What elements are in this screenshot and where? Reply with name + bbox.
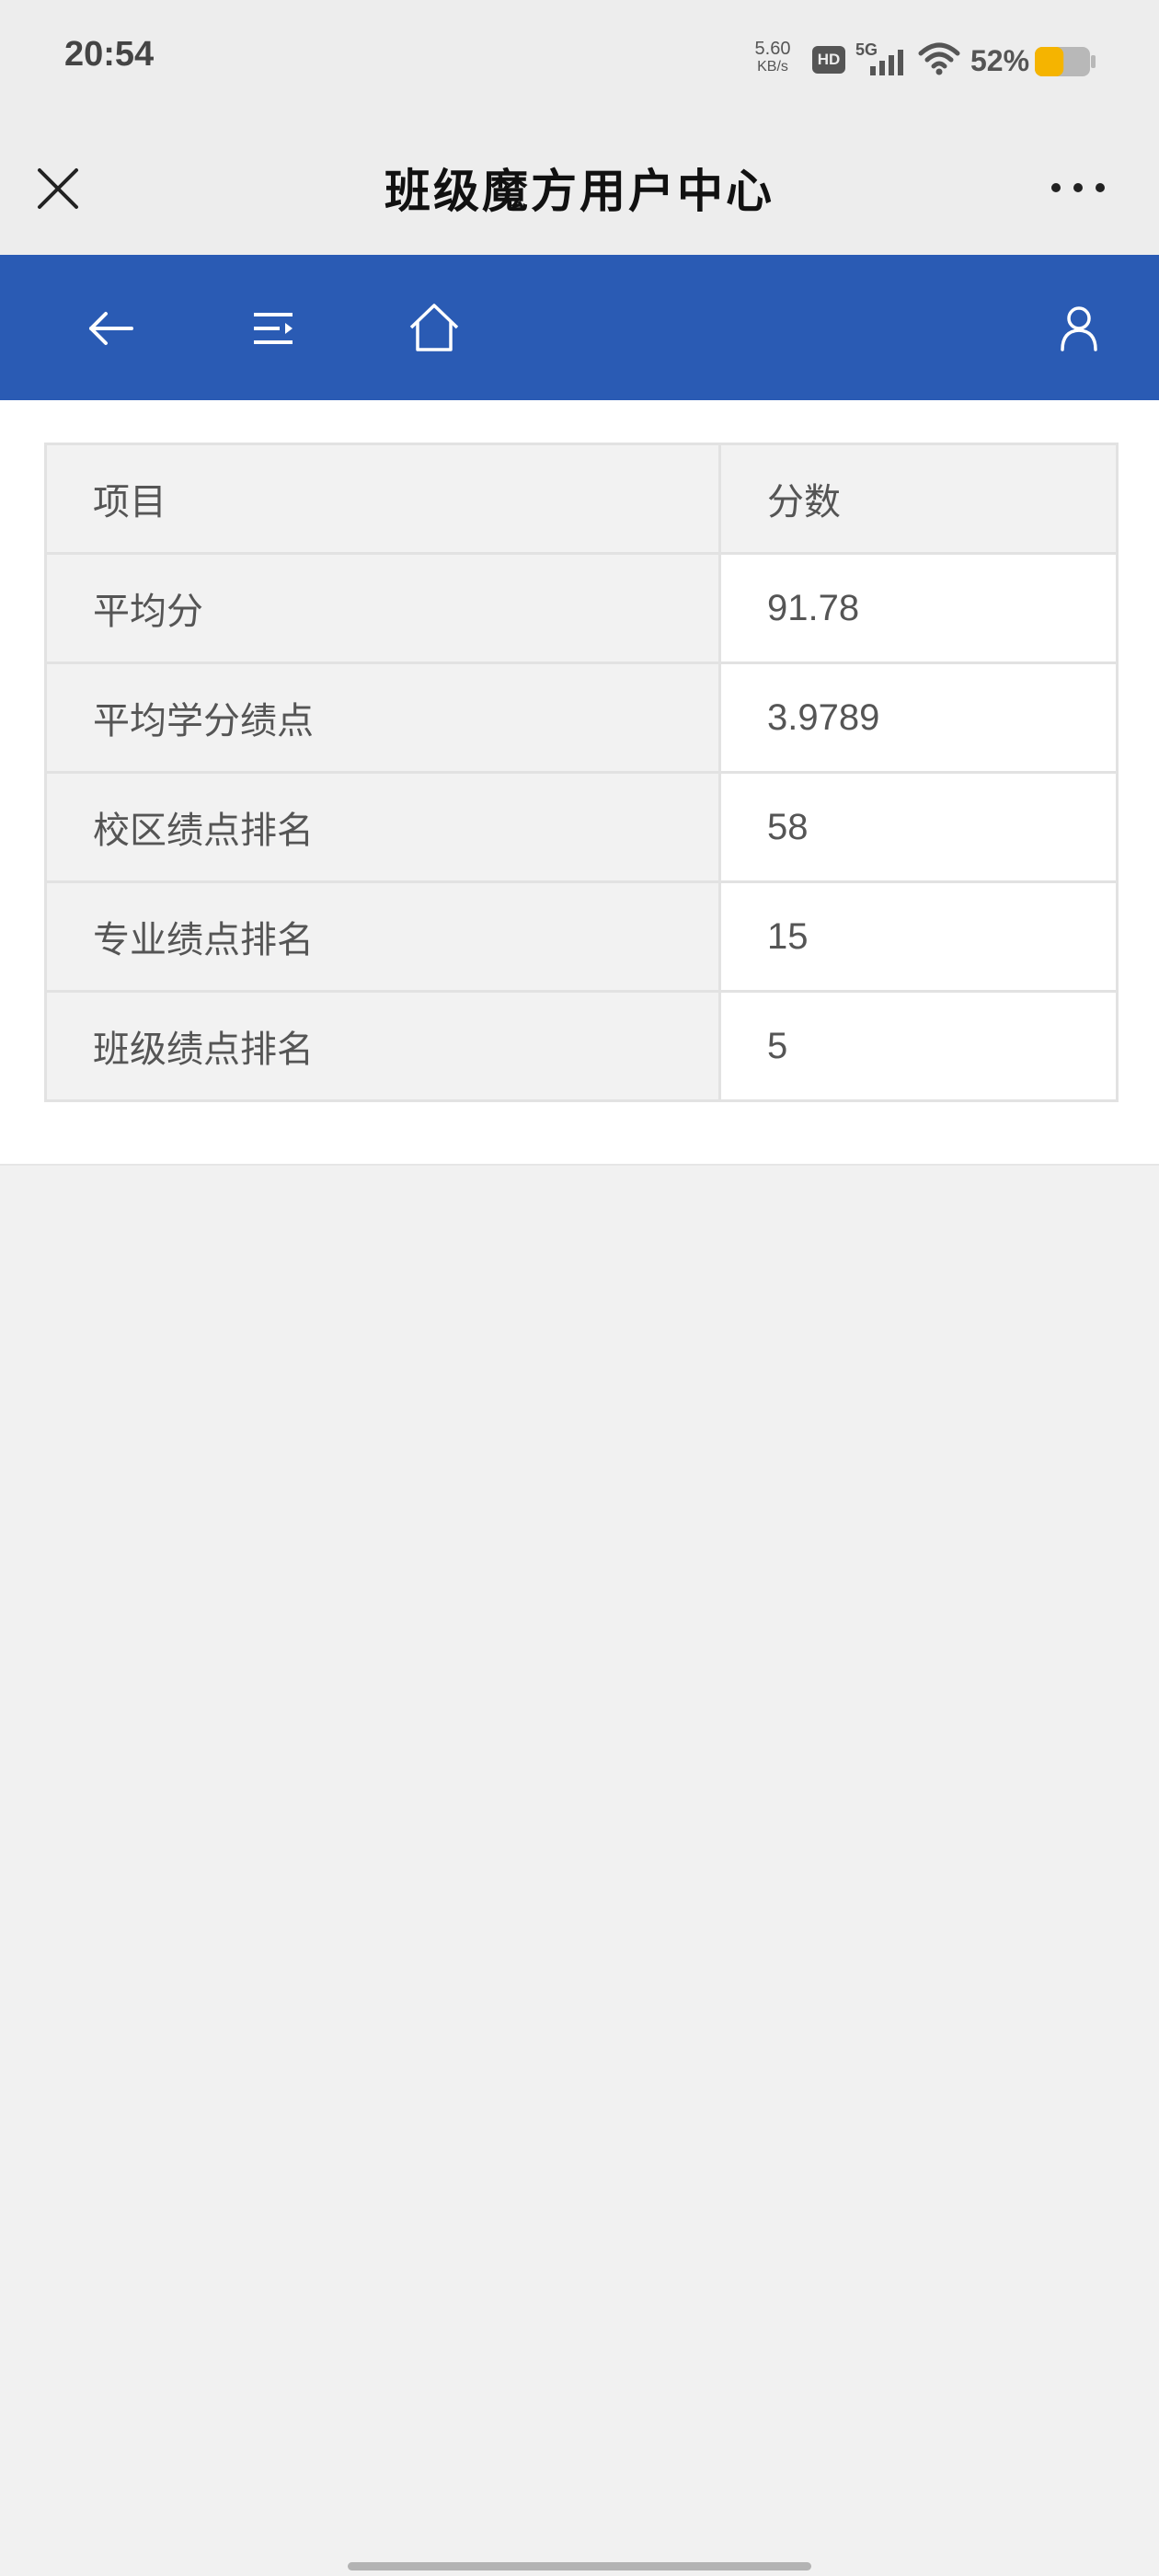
network-type-label: 5G: [855, 40, 878, 59]
home-indicator[interactable]: [348, 2562, 811, 2570]
network-speed: 5.60 KB/s: [747, 39, 798, 75]
content-card: 项目 分数 平均分 91.78 平均学分绩点 3.9789 校区绩点排名 58 …: [0, 400, 1159, 1166]
column-header-score: 分数: [718, 443, 1119, 555]
home-icon[interactable]: [402, 296, 466, 361]
row-item-label: 校区绩点排名: [44, 771, 721, 883]
clock-time: 20:54: [64, 35, 155, 74]
network-speed-unit: KB/s: [757, 59, 788, 75]
network-speed-value: 5.60: [754, 39, 791, 59]
status-bar: 20:54 5.60 KB/s HD 5G 52%: [0, 0, 1159, 120]
row-score-value: 5: [718, 990, 1119, 1102]
battery-icon: [1035, 47, 1096, 76]
title-bar: 班级魔方用户中心: [0, 120, 1159, 255]
app-toolbar: [0, 255, 1159, 400]
more-options-icon[interactable]: [1049, 177, 1107, 199]
hd-icon: HD: [812, 46, 845, 74]
row-score-value: 91.78: [718, 552, 1119, 664]
column-header-item: 项目: [44, 443, 721, 555]
table-row: 平均分 91.78: [44, 552, 1119, 664]
row-score-value: 58: [718, 771, 1119, 883]
table-row: 专业绩点排名 15: [44, 880, 1119, 993]
row-item-label: 平均分: [44, 552, 721, 664]
user-icon[interactable]: [1047, 296, 1111, 361]
row-score-value: 15: [718, 880, 1119, 993]
wifi-icon: [918, 42, 960, 75]
menu-icon[interactable]: [241, 296, 305, 361]
score-table: 项目 分数 平均分 91.78 平均学分绩点 3.9789 校区绩点排名 58 …: [44, 443, 1119, 1102]
row-item-label: 专业绩点排名: [44, 880, 721, 993]
battery-level-fill: [1035, 47, 1064, 76]
close-icon[interactable]: [35, 166, 81, 212]
back-arrow-icon[interactable]: [78, 296, 143, 361]
signal-icon: 5G: [855, 40, 903, 75]
page-title: 班级魔方用户中心: [384, 165, 775, 218]
table-row: 平均学分绩点 3.9789: [44, 661, 1119, 774]
row-item-label: 平均学分绩点: [44, 661, 721, 774]
table-row: 校区绩点排名 58: [44, 771, 1119, 883]
table-header-row: 项目 分数: [44, 443, 1119, 555]
table-row: 班级绩点排名 5: [44, 990, 1119, 1102]
battery-percent: 52%: [970, 44, 1030, 77]
row-item-label: 班级绩点排名: [44, 990, 721, 1102]
row-score-value: 3.9789: [718, 661, 1119, 774]
